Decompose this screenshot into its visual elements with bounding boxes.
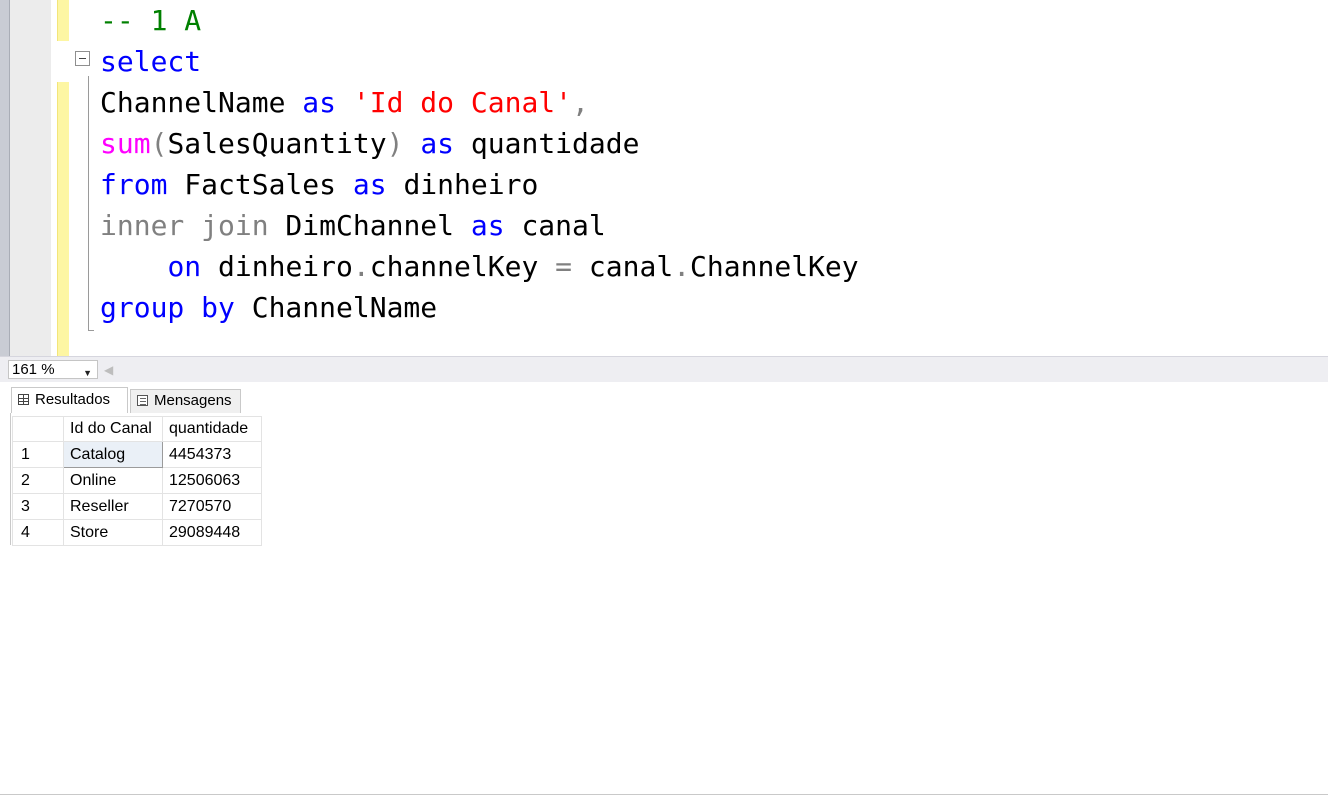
code-token: as xyxy=(352,168,387,201)
code-token: canal xyxy=(504,209,606,242)
collapse-toggle-icon[interactable] xyxy=(75,51,90,66)
results-grid[interactable]: Id do Canal quantidade 1 Catalog 4454373… xyxy=(0,413,1328,546)
code-token: ) xyxy=(386,127,404,160)
code-token: as xyxy=(420,127,455,160)
scroll-left-icon[interactable]: ◀ xyxy=(104,363,113,377)
code-token: 'Id do Canal' xyxy=(352,86,573,119)
row-number[interactable]: 2 xyxy=(12,467,64,494)
table-row[interactable]: 1 Catalog 4454373 xyxy=(12,441,262,468)
code-token: . xyxy=(352,250,370,283)
chevron-down-icon: ▼ xyxy=(83,368,92,378)
code-token: ChannelKey xyxy=(690,250,859,283)
column-header[interactable]: Id do Canal xyxy=(63,416,163,442)
table-row[interactable]: 3 Reseller 7270570 xyxy=(12,493,262,520)
table-cell[interactable]: 7270570 xyxy=(162,493,262,520)
table-cell[interactable]: 4454373 xyxy=(162,441,262,468)
editor-left-border xyxy=(0,0,10,356)
code-line: group by ChannelName xyxy=(100,287,437,328)
row-number[interactable]: 3 xyxy=(12,493,64,520)
zoom-bar: 161 % ▼ ◀ xyxy=(0,356,1328,382)
code-token: inner join xyxy=(100,209,269,242)
code-token: -- 1 A xyxy=(100,4,202,37)
table-row[interactable]: 2 Online 12506063 xyxy=(12,467,262,494)
code-token: on xyxy=(167,250,202,283)
row-number[interactable]: 1 xyxy=(12,441,64,468)
tab-messages-label: Mensagens xyxy=(154,392,232,409)
results-tab-bar: Resultados Mensagens xyxy=(0,382,1328,795)
results-table: Id do Canal quantidade 1 Catalog 4454373… xyxy=(12,416,262,546)
zoom-dropdown[interactable]: 161 % ▼ xyxy=(8,360,98,379)
code-token: canal xyxy=(572,250,674,283)
code-token: DimChannel xyxy=(268,209,471,242)
code-token: channelKey xyxy=(369,250,556,283)
table-cell[interactable]: Reseller xyxy=(63,493,163,520)
query-editor[interactable]: -- 1 A select ChannelName as 'Id do Cana… xyxy=(0,0,1328,356)
row-number[interactable]: 4 xyxy=(12,519,64,546)
code-token: ( xyxy=(150,127,168,160)
code-token: = xyxy=(555,250,573,283)
header-row: Id do Canal quantidade xyxy=(12,416,262,442)
grid-icon xyxy=(18,394,29,405)
change-marker xyxy=(57,0,69,41)
code-token: dinheiro xyxy=(386,168,539,201)
code-token: quantidade xyxy=(454,127,640,160)
code-token: ChannelName xyxy=(234,291,438,324)
change-marker xyxy=(57,82,69,356)
code-line: ChannelName as 'Id do Canal', xyxy=(100,82,589,123)
code-token: SalesQuantity xyxy=(167,127,387,160)
code-token: sum xyxy=(100,127,151,160)
code-line: -- 1 A xyxy=(100,0,201,41)
code-token: . xyxy=(673,250,691,283)
code-token: as xyxy=(470,209,505,242)
code-token: , xyxy=(572,86,589,119)
code-line: select xyxy=(100,41,201,82)
table-cell[interactable]: Online xyxy=(63,467,163,494)
code-token: ChannelName xyxy=(100,86,303,119)
code-token: as xyxy=(302,86,337,119)
table-row[interactable]: 4 Store 29089448 xyxy=(12,519,262,546)
code-token: from xyxy=(100,168,168,201)
code-token: group by xyxy=(100,291,235,324)
code-token: dinheiro xyxy=(201,250,353,283)
messages-icon xyxy=(137,395,148,406)
code-line: sum(SalesQuantity) as quantidade xyxy=(100,123,639,164)
code-line: inner join DimChannel as canal xyxy=(100,205,606,246)
outline-line xyxy=(88,76,89,331)
grid-border xyxy=(10,413,11,545)
row-number-header[interactable] xyxy=(12,416,64,442)
column-header[interactable]: quantidade xyxy=(162,416,262,442)
table-cell[interactable]: Catalog xyxy=(63,441,163,468)
tab-results[interactable]: Resultados xyxy=(11,387,128,414)
code-line: on dinheiro.channelKey = canal.ChannelKe… xyxy=(100,246,859,287)
code-line: from FactSales as dinheiro xyxy=(100,164,538,205)
table-cell[interactable]: 29089448 xyxy=(162,519,262,546)
table-cell[interactable]: 12506063 xyxy=(162,467,262,494)
tab-results-label: Resultados xyxy=(35,391,111,408)
tab-messages[interactable]: Mensagens xyxy=(130,389,241,413)
zoom-value: 161 % xyxy=(12,361,55,378)
code-token: FactSales xyxy=(167,168,353,201)
outline-line-end xyxy=(88,330,94,331)
table-cell[interactable]: Store xyxy=(63,519,163,546)
code-token: select xyxy=(100,45,202,78)
selection-margin xyxy=(10,0,51,356)
